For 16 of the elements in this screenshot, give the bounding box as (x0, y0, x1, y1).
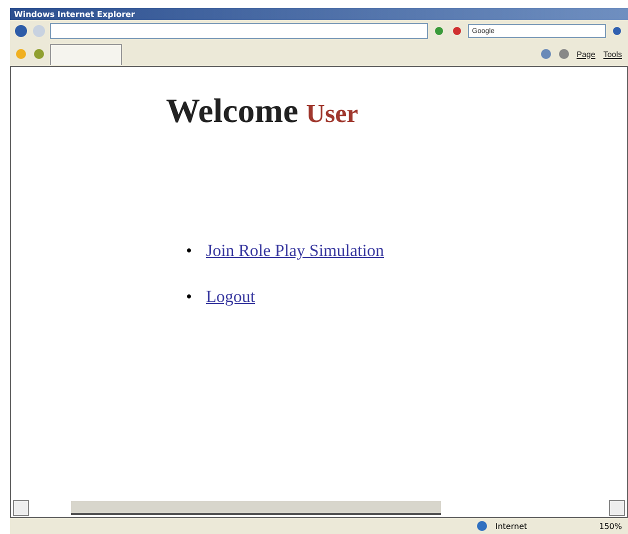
zone-label: Internet (495, 522, 528, 530)
browser-tab[interactable] (50, 44, 122, 64)
bullet: • (186, 287, 192, 307)
address-field[interactable] (50, 23, 428, 39)
scroll-right-button[interactable] (609, 500, 625, 516)
bullet: • (186, 241, 192, 261)
menu-button[interactable]: Page (574, 50, 598, 58)
heading-text: User (306, 99, 358, 129)
menu-button[interactable]: Tools (601, 50, 624, 58)
scroll-left-button[interactable] (13, 500, 29, 516)
scrollbar-thumb[interactable] (71, 501, 441, 515)
link[interactable]: Logout (206, 287, 256, 307)
link[interactable]: Join Role Play Simulation (206, 241, 384, 261)
zoom-button[interactable]: 150% (599, 522, 622, 530)
heading-text: Welcome (166, 93, 298, 131)
window-title: Windows Internet Explorer (14, 10, 136, 18)
